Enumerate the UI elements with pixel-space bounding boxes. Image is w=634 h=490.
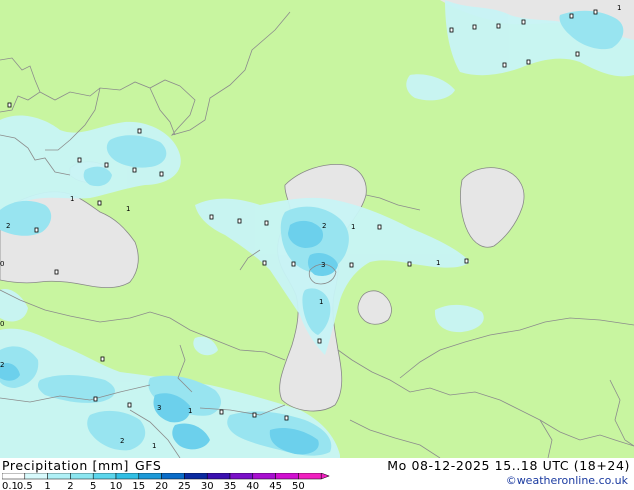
scale-arrow: [320, 473, 330, 480]
scale-tick-label: 0.5: [17, 481, 33, 490]
scale-swatch: [24, 473, 48, 480]
cell-value: 0: [0, 320, 4, 328]
scale-tick-label: 0.1: [2, 481, 18, 490]
legend-footer: Precipitation [mm] GFS Mo 08-12-2025 15..…: [0, 458, 634, 490]
model-name: GFS: [135, 458, 162, 473]
scale-swatch: [206, 473, 231, 480]
cell-value: 3: [321, 261, 325, 269]
color-scale: 0.1 0.5 1 2 5 10 15 20 25 30 35 40 45 50: [2, 473, 332, 490]
scale-swatch: [47, 473, 71, 480]
color-scale-svg: 0.10.5 1 2 5 10 15 20 25 30 35 40 45 50: [2, 473, 330, 490]
scale-tick-label: 2: [67, 481, 73, 490]
scale-swatch: [92, 473, 117, 480]
cell-value: 1: [319, 298, 323, 306]
scale-tick-label: 35: [224, 481, 237, 490]
scale-swatch: [298, 473, 322, 480]
scale-swatch: [161, 473, 185, 480]
scale-tick-label: 15: [132, 481, 145, 490]
cell-value: 3: [157, 404, 161, 412]
scale-swatch: [2, 473, 26, 480]
credit-link[interactable]: ©weatheronline.co.uk: [506, 474, 628, 487]
parameter-title: Precipitation [mm]: [2, 458, 130, 473]
scale-tick-label: 40: [246, 481, 259, 490]
scale-tick-label: 50: [292, 481, 305, 490]
scale-swatch: [184, 473, 208, 480]
scale-swatch: [252, 473, 276, 480]
precipitation-map: 1 2 0 1 2 1 3 1 0 1 2 3 1 1 2 1: [0, 0, 634, 458]
valid-time: Mo 08-12-2025 15..18 UTC (18+24): [387, 458, 630, 473]
cell-value: 2: [0, 361, 4, 369]
cell-value: 1: [617, 4, 621, 12]
scale-tick-label: 45: [269, 481, 282, 490]
scale-tick-label: 10: [110, 481, 123, 490]
cell-value: 1: [188, 407, 192, 415]
cell-value: 1: [126, 205, 130, 213]
scale-tick-label: 1: [44, 481, 50, 490]
scale-tick-label: 25: [178, 481, 191, 490]
cell-value: 1: [351, 223, 355, 231]
scale-ticks: 0.10.5 1 2 5 10 15 20 25 30 35 40 45 50: [2, 481, 305, 490]
scale-tick-label: 5: [90, 481, 96, 490]
scale-swatches: [2, 473, 330, 480]
cell-value: 0: [0, 260, 4, 268]
cell-value: 1: [436, 259, 440, 267]
scale-swatch: [275, 473, 299, 480]
scale-tick-label: 30: [201, 481, 214, 490]
scale-swatch: [115, 473, 140, 480]
scale-swatch: [70, 473, 94, 480]
cell-value: 1: [70, 195, 74, 203]
map-title: Precipitation [mm] GFS: [2, 458, 161, 473]
cell-value: 2: [6, 222, 10, 230]
scale-tick-label: 20: [155, 481, 168, 490]
cell-value: 2: [322, 222, 326, 230]
scale-swatch: [229, 473, 254, 480]
cell-value: 1: [152, 442, 156, 450]
scale-swatch: [138, 473, 162, 480]
map-canvas: 1 2 0 1 2 1 3 1 0 1 2 3 1 1 2 1: [0, 0, 634, 458]
cell-value: 2: [120, 437, 124, 445]
